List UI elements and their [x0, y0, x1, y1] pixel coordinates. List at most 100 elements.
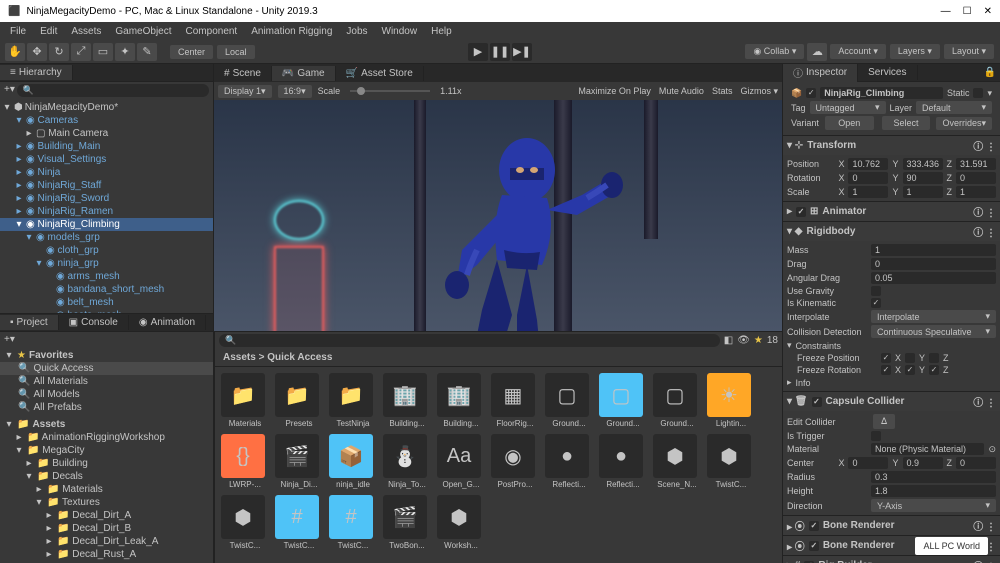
rot-z[interactable]: 0	[956, 172, 996, 184]
hierarchy-item[interactable]: ◉ cloth_grp	[0, 244, 213, 257]
lock-icon[interactable]: 🔒	[980, 67, 1000, 78]
fav-all-materials[interactable]: 🔍 All Materials	[0, 375, 213, 388]
filter-icon[interactable]: ◧	[724, 335, 733, 346]
move-tool[interactable]: ✥	[27, 43, 47, 61]
close-button[interactable]: ✕	[984, 6, 992, 17]
asset-item[interactable]: 🎬TwoBon...	[383, 495, 431, 550]
gravity-checkbox[interactable]	[871, 286, 881, 296]
project-item[interactable]: ▸📁 Decal_Dirt_Leak_A	[0, 535, 213, 548]
game-tab[interactable]: 🎮 Game	[272, 66, 336, 81]
object-name-field[interactable]: NinjaRig_Climbing	[820, 87, 943, 99]
static-checkbox[interactable]	[973, 88, 983, 98]
asset-item[interactable]: ▢Ground...	[545, 373, 593, 428]
project-item[interactable]: ▸📁 Materials	[0, 483, 213, 496]
fav-all-prefabs[interactable]: 🔍 All Prefabs	[0, 401, 213, 414]
capsule-header[interactable]: ▾ 🗑 Capsule Colliderⓘ ⋮	[783, 392, 1000, 411]
animation-tab[interactable]: ◉ Animation	[129, 315, 206, 330]
center-x[interactable]: 0	[848, 457, 888, 469]
active-checkbox[interactable]	[806, 88, 816, 98]
material-field[interactable]: None (Physic Material)	[871, 443, 984, 455]
menu-file[interactable]: File	[4, 24, 32, 39]
menu-help[interactable]: Help	[425, 24, 458, 39]
project-item[interactable]: ▸📁 Decal_Rust_A	[0, 548, 213, 561]
fav-all-models[interactable]: 🔍 All Models	[0, 388, 213, 401]
open-prefab-button[interactable]: Open	[825, 116, 874, 130]
step-button[interactable]: ▶❚	[512, 43, 532, 61]
hierarchy-search[interactable]: 🔍	[17, 84, 209, 97]
asset-item[interactable]: ⬢Scene_N...	[653, 434, 701, 489]
drag-field[interactable]: 0	[871, 258, 996, 270]
transform-header[interactable]: ▾ ⊹ Transformⓘ ⋮	[783, 136, 1000, 155]
kinematic-checkbox[interactable]	[871, 298, 881, 308]
scl-z[interactable]: 1	[956, 186, 996, 198]
asset-item[interactable]: ◉PostPro...	[491, 434, 539, 489]
hierarchy-item[interactable]: ◉ arms_mesh	[0, 270, 213, 283]
asset-item[interactable]: 🏢Building...	[383, 373, 431, 428]
center-z[interactable]: 0	[956, 457, 996, 469]
freeze-pz[interactable]	[929, 353, 939, 363]
hierarchy-item[interactable]: ◉ bandana_short_mesh	[0, 283, 213, 296]
height-field[interactable]: 1.8	[871, 485, 996, 497]
asset-item[interactable]: ●Reflecti...	[599, 434, 647, 489]
scene-tab[interactable]: # Scene	[214, 66, 272, 81]
menu-window[interactable]: Window	[376, 24, 424, 39]
display-dropdown[interactable]: Display 1 ▾	[218, 85, 272, 98]
asset-item[interactable]: ▢Ground...	[599, 373, 647, 428]
menu-edit[interactable]: Edit	[34, 24, 63, 39]
project-item[interactable]: ▾📁 MegaCity	[0, 444, 213, 457]
scale-tool[interactable]: ⤢	[71, 43, 91, 61]
maximize-button[interactable]: ☐	[963, 6, 972, 17]
gizmos-dropdown[interactable]: Gizmos ▾	[740, 86, 778, 97]
create-dropdown[interactable]: +▾	[4, 84, 15, 97]
menu-component[interactable]: Component	[180, 24, 244, 39]
trigger-checkbox[interactable]	[871, 431, 881, 441]
pivot-toggle[interactable]: Center	[170, 45, 213, 59]
hierarchy-item[interactable]: ▾◉ ninja_grp	[0, 257, 213, 270]
hierarchy-item[interactable]: ◉ belt_mesh	[0, 296, 213, 309]
asset-item[interactable]: ⬢TwistC...	[707, 434, 755, 489]
direction-dropdown[interactable]: Y-Axis ▾	[871, 499, 996, 512]
mute-audio[interactable]: Mute Audio	[659, 86, 704, 97]
transform-tool[interactable]: ✦	[115, 43, 135, 61]
maximize-on-play[interactable]: Maximize On Play	[578, 86, 651, 97]
cloud-icon[interactable]: ☁	[807, 43, 827, 61]
menu-jobs[interactable]: Jobs	[340, 24, 373, 39]
project-item[interactable]: ▸📁 AnimationRiggingWorkshop	[0, 431, 213, 444]
freeze-py[interactable]	[905, 353, 915, 363]
project-item[interactable]: ▾📁 Decals	[0, 470, 213, 483]
services-tab[interactable]: Services	[858, 65, 917, 80]
interpolate-dropdown[interactable]: Interpolate ▾	[871, 310, 996, 323]
menu-animation-rigging[interactable]: Animation Rigging	[245, 24, 338, 39]
asset-item[interactable]: ⬢Worksh...	[437, 495, 485, 550]
collision-dropdown[interactable]: Continuous Speculative ▾	[871, 325, 996, 338]
asset-item[interactable]: 📁TestNinja	[329, 373, 377, 428]
hierarchy-item[interactable]: ▸◉ Ninja	[0, 166, 213, 179]
mass-field[interactable]: 1	[871, 244, 996, 256]
asset-item[interactable]: {}LWRP-...	[221, 434, 269, 489]
play-button[interactable]: ▶	[468, 43, 488, 61]
asset-item[interactable]: ▢Ground...	[653, 373, 701, 428]
asset-item[interactable]: ⛄Ninja_To...	[383, 434, 431, 489]
asset-item[interactable]: ▦FloorRig...	[491, 373, 539, 428]
animator-header[interactable]: ▸ ⊞ Animatorⓘ ⋮	[783, 202, 1000, 221]
favorites-header[interactable]: ▾★ Favorites	[0, 349, 213, 362]
freeze-rz[interactable]	[929, 365, 939, 375]
rot-y[interactable]: 90	[903, 172, 943, 184]
asset-item[interactable]: 📁Materials	[221, 373, 269, 428]
freeze-rx[interactable]	[881, 365, 891, 375]
rot-x[interactable]: 0	[848, 172, 888, 184]
pause-button[interactable]: ❚❚	[490, 43, 510, 61]
hierarchy-item[interactable]: ▸◉ NinjaRig_Ramen	[0, 205, 213, 218]
asset-item[interactable]: ☀Lightin...	[707, 373, 755, 428]
asset-store-tab[interactable]: 🛒 Asset Store	[336, 66, 424, 81]
project-item[interactable]: ▸📁 Building	[0, 457, 213, 470]
rotate-tool[interactable]: ↻	[49, 43, 69, 61]
menu-gameobject[interactable]: GameObject	[109, 24, 177, 39]
project-item[interactable]: ▸📁 Decal_Dirt_B	[0, 522, 213, 535]
hierarchy-item[interactable]: ▾◉ Cameras	[0, 114, 213, 127]
minimize-button[interactable]: —	[941, 6, 951, 17]
layer-dropdown[interactable]: Default ▾	[916, 101, 992, 114]
asset-item[interactable]: AaOpen_G...	[437, 434, 485, 489]
console-tab[interactable]: ▣ Console	[59, 315, 129, 330]
hierarchy-item[interactable]: ▾◉ NinjaRig_Climbing	[0, 218, 213, 231]
